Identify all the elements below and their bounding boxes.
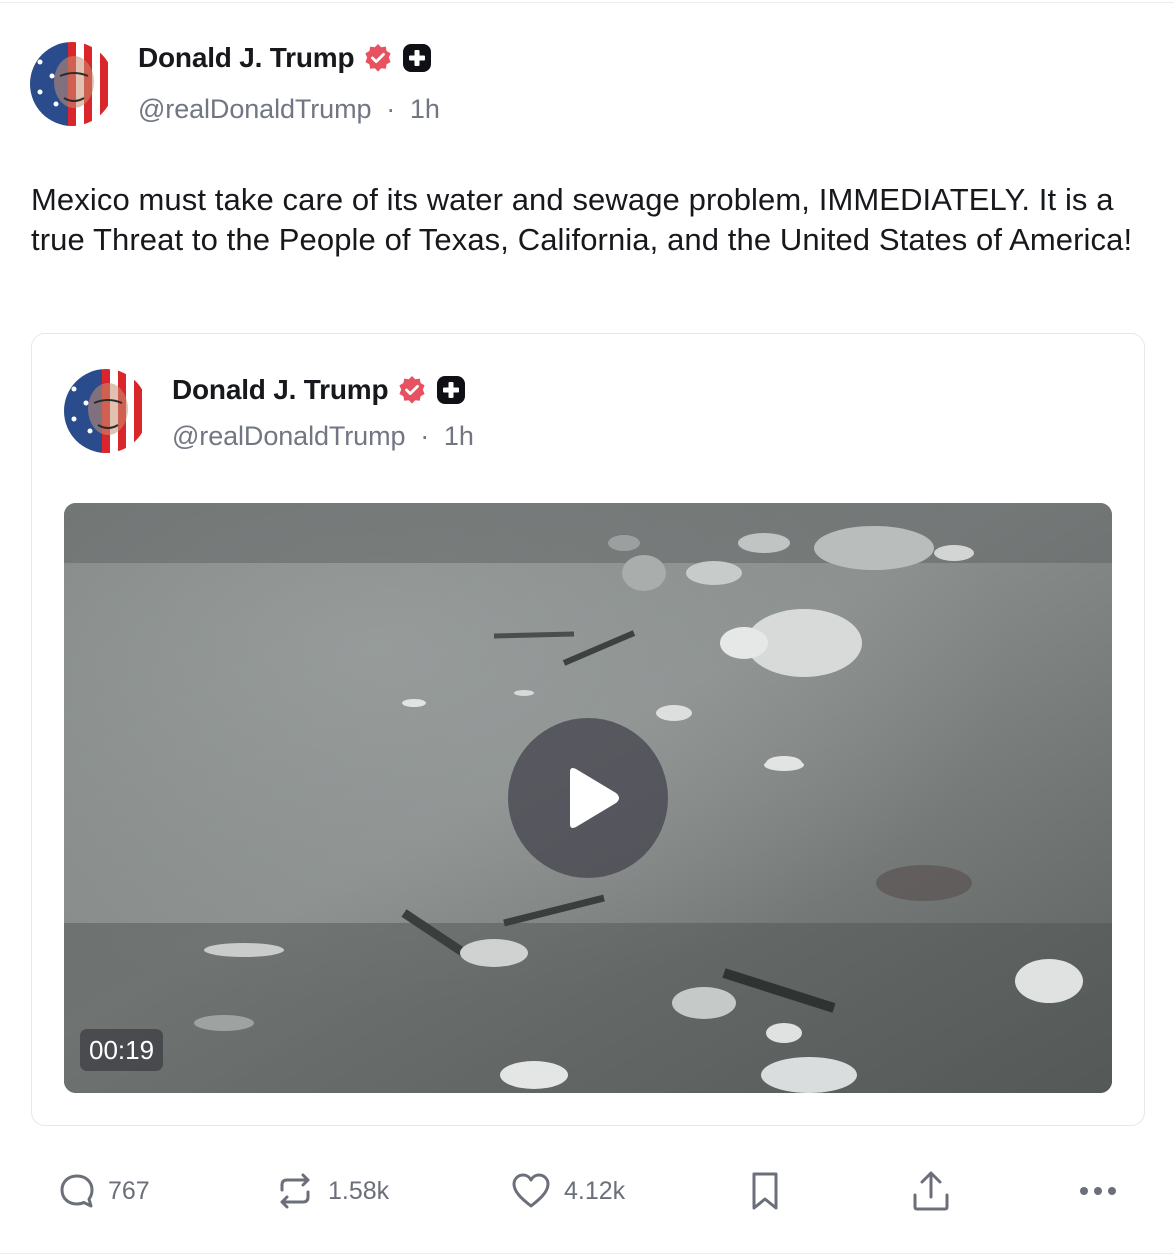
reply-count: 767	[108, 1176, 150, 1205]
post-body-text: Mexico must take care of its water and s…	[31, 182, 1133, 257]
heart-icon	[512, 1173, 550, 1208]
verified-badge-icon	[362, 42, 394, 74]
repost-icon	[280, 1173, 310, 1209]
flag-face-avatar-icon	[64, 369, 148, 453]
verified-badge-icon	[396, 374, 428, 406]
video-duration-badge: 00:19	[80, 1029, 164, 1071]
more-options-button[interactable]	[1078, 1165, 1118, 1217]
quoted-author-handle[interactable]: @realDonaldTrump	[172, 421, 406, 451]
play-icon	[570, 768, 619, 828]
author-name-row: Donald J. Trump	[138, 42, 432, 74]
quoted-author-avatar[interactable]	[64, 369, 148, 453]
time-separator: ·	[378, 94, 403, 124]
author-handle[interactable]: @realDonaldTrump	[138, 94, 372, 124]
bookmark-icon	[752, 1172, 778, 1210]
quoted-author-name[interactable]: Donald J. Trump	[172, 374, 389, 406]
quoted-post-timestamp[interactable]: 1h	[444, 421, 474, 451]
like-button[interactable]: 4.12k	[510, 1165, 625, 1217]
time-separator: ·	[412, 421, 437, 451]
repost-count: 1.58k	[328, 1176, 390, 1205]
author-handle-row: @realDonaldTrump · 1h	[138, 94, 440, 125]
post-timestamp[interactable]: 1h	[410, 94, 440, 124]
bottom-divider	[0, 1253, 1174, 1254]
video-player[interactable]: 00:19	[64, 503, 1112, 1093]
reply-icon	[60, 1174, 94, 1208]
quoted-author-name-row: Donald J. Trump	[172, 374, 466, 406]
quoted-author-handle-row: @realDonaldTrump · 1h	[172, 421, 474, 452]
post-actions-bar: 767 1.58k 4.12k	[0, 1165, 1174, 1217]
bookmark-button[interactable]	[748, 1165, 782, 1217]
more-icon	[1080, 1187, 1116, 1195]
top-divider	[0, 2, 1174, 3]
play-button[interactable]	[508, 718, 668, 878]
plus-badge-icon	[436, 375, 466, 405]
flag-face-avatar-icon	[30, 42, 114, 126]
repost-button[interactable]: 1.58k	[274, 1165, 389, 1217]
plus-badge-icon	[402, 43, 432, 73]
like-count: 4.12k	[564, 1176, 626, 1205]
author-name[interactable]: Donald J. Trump	[138, 42, 355, 74]
share-icon	[913, 1171, 949, 1211]
reply-button[interactable]: 767	[58, 1165, 150, 1217]
share-button[interactable]	[910, 1165, 952, 1217]
author-avatar[interactable]	[30, 42, 114, 126]
